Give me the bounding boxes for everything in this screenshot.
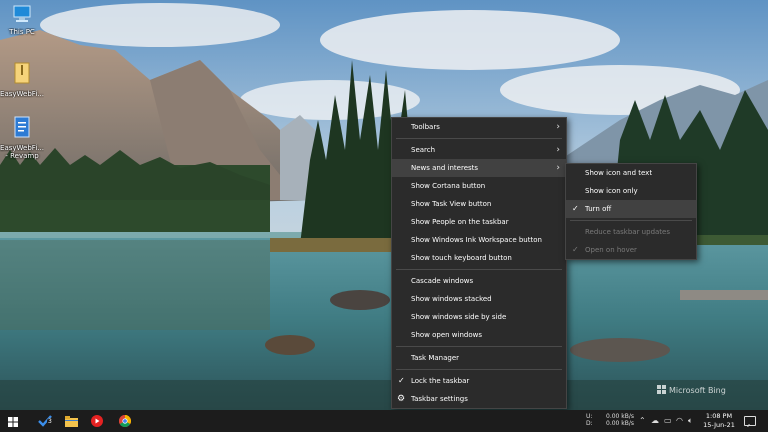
network-speed-labels: U: D: [586, 413, 593, 427]
taskbar-context-menu: Toolbars › Search › News and interests ›… [391, 117, 567, 409]
menu-item-windows-side-by-side[interactable]: Show windows side by side [392, 308, 566, 326]
submenu-item-show-icon-and-text[interactable]: Show icon and text [566, 164, 696, 182]
onedrive-cloud-icon[interactable]: ☁ [651, 416, 659, 425]
menu-item-label: Show icon and text [585, 169, 653, 177]
bing-watermark: Microsoft Bing [657, 385, 726, 395]
submenu-item-turn-off[interactable]: ✓ Turn off [566, 200, 696, 218]
computer-icon [0, 4, 44, 28]
chrome-icon [118, 412, 132, 431]
menu-separator [396, 346, 562, 347]
taskbar-app-tasks[interactable]: 3 [32, 410, 58, 432]
taskbar-app-youtube[interactable] [84, 410, 110, 432]
watermark-text: Microsoft Bing [669, 386, 726, 395]
gear-icon: ⚙ [397, 394, 406, 404]
windows-logo-icon [8, 412, 18, 431]
badge-count: 3 [47, 417, 53, 425]
menu-item-label: Show windows stacked [411, 295, 492, 303]
menu-item-toolbars[interactable]: Toolbars › [392, 118, 566, 136]
menu-item-label: Open on hover [585, 246, 637, 254]
taskbar: 3 U: D: 0.00 kB/s 0.00 kB/s ⌃ ☁ ▭ ◠ 🔈︎ 1… [0, 410, 768, 432]
start-button[interactable] [0, 410, 26, 432]
menu-item-label: Reduce taskbar updates [585, 228, 670, 236]
youtube-icon [91, 412, 103, 431]
menu-separator [396, 138, 562, 139]
menu-item-task-manager[interactable]: Task Manager [392, 349, 566, 367]
menu-separator [570, 220, 692, 221]
submenu-item-reduce-taskbar-updates: Reduce taskbar updates [566, 223, 696, 241]
zip-file-icon [0, 62, 44, 90]
download-label: D: [586, 420, 593, 427]
menu-item-label: Taskbar settings [411, 395, 468, 403]
chevron-right-icon: › [556, 122, 560, 132]
chevron-right-icon: › [556, 163, 560, 173]
desktop-icon-this-pc[interactable]: This PC [0, 4, 44, 36]
wifi-icon[interactable]: ◠ [676, 416, 683, 425]
menu-item-label: Lock the taskbar [411, 377, 470, 385]
upload-speed: 0.00 kB/s [606, 413, 635, 420]
submenu-item-open-on-hover: ✓ Open on hover [566, 241, 696, 259]
menu-item-label: Show touch keyboard button [411, 254, 512, 262]
folder-icon [64, 412, 78, 431]
menu-item-label: Show People on the taskbar [411, 218, 509, 226]
menu-item-show-people[interactable]: Show People on the taskbar [392, 213, 566, 231]
menu-item-label: Show Windows Ink Workspace button [411, 236, 542, 244]
news-and-interests-submenu: Show icon and text Show icon only ✓ Turn… [565, 163, 697, 260]
menu-item-label: Task Manager [411, 354, 460, 362]
taskbar-app-explorer[interactable] [58, 410, 84, 432]
desktop-icon-zip-file[interactable]: EasyWebFi... [0, 62, 44, 98]
menu-item-show-task-view[interactable]: Show Task View button [392, 195, 566, 213]
chevron-up-icon[interactable]: ⌃ [639, 416, 646, 425]
checkmark-icon: ✓ [398, 376, 405, 385]
submenu-item-show-icon-only[interactable]: Show icon only [566, 182, 696, 200]
menu-item-taskbar-settings[interactable]: ⚙ Taskbar settings [392, 390, 566, 408]
menu-item-show-cortana[interactable]: Show Cortana button [392, 177, 566, 195]
desktop-icon-label: This PC [9, 28, 35, 36]
menu-item-label: Cascade windows [411, 277, 474, 285]
clock-date: 15-Jun-21 [703, 421, 735, 429]
checkmark-app-icon: 3 [38, 412, 53, 431]
chevron-right-icon: › [556, 145, 560, 155]
desktop-icon-label: EasyWebFi... [0, 90, 44, 98]
taskbar-app-chrome[interactable] [112, 410, 138, 432]
menu-item-label: Turn off [585, 205, 612, 213]
menu-item-label: News and interests [411, 164, 479, 172]
download-speed: 0.00 kB/s [606, 420, 635, 427]
desktop-icon-document[interactable]: EasyWebFi... - Revamp [0, 116, 44, 160]
checkmark-icon: ✓ [572, 245, 579, 254]
upload-label: U: [586, 413, 593, 420]
network-speed-values: 0.00 kB/s 0.00 kB/s [606, 413, 634, 427]
menu-item-search[interactable]: Search › [392, 141, 566, 159]
checkmark-icon: ✓ [572, 204, 579, 213]
volume-icon[interactable]: 🔈︎ [688, 416, 693, 425]
menu-item-show-touch-keyboard[interactable]: Show touch keyboard button [392, 249, 566, 267]
menu-item-label: Show windows side by side [411, 313, 507, 321]
menu-item-label: Show Cortana button [411, 182, 486, 190]
taskbar-clock[interactable]: 1:08 PM 15-Jun-21 [699, 412, 739, 430]
desktop-icon-label: EasyWebFi... [0, 144, 44, 152]
menu-item-show-open-windows[interactable]: Show open windows [392, 326, 566, 344]
clock-time: 1:08 PM [705, 412, 733, 420]
notifications-icon[interactable] [744, 416, 756, 426]
menu-item-news-and-interests[interactable]: News and interests › [392, 159, 566, 177]
menu-item-windows-stacked[interactable]: Show windows stacked [392, 290, 566, 308]
menu-item-cascade-windows[interactable]: Cascade windows [392, 272, 566, 290]
menu-item-label: Show icon only [585, 187, 638, 195]
microsoft-logo-icon [657, 385, 666, 394]
menu-item-label: Show Task View button [411, 200, 492, 208]
desktop-icon-label-line2: - Revamp [5, 152, 39, 160]
menu-separator [396, 369, 562, 370]
document-icon [0, 116, 44, 144]
menu-item-lock-taskbar[interactable]: ✓ Lock the taskbar [392, 372, 566, 390]
menu-item-label: Search [411, 146, 436, 154]
menu-item-label: Toolbars [411, 123, 440, 131]
menu-item-label: Show open windows [411, 331, 483, 339]
menu-item-show-ink-workspace[interactable]: Show Windows Ink Workspace button [392, 231, 566, 249]
battery-icon[interactable]: ▭ [664, 416, 672, 425]
menu-separator [396, 269, 562, 270]
